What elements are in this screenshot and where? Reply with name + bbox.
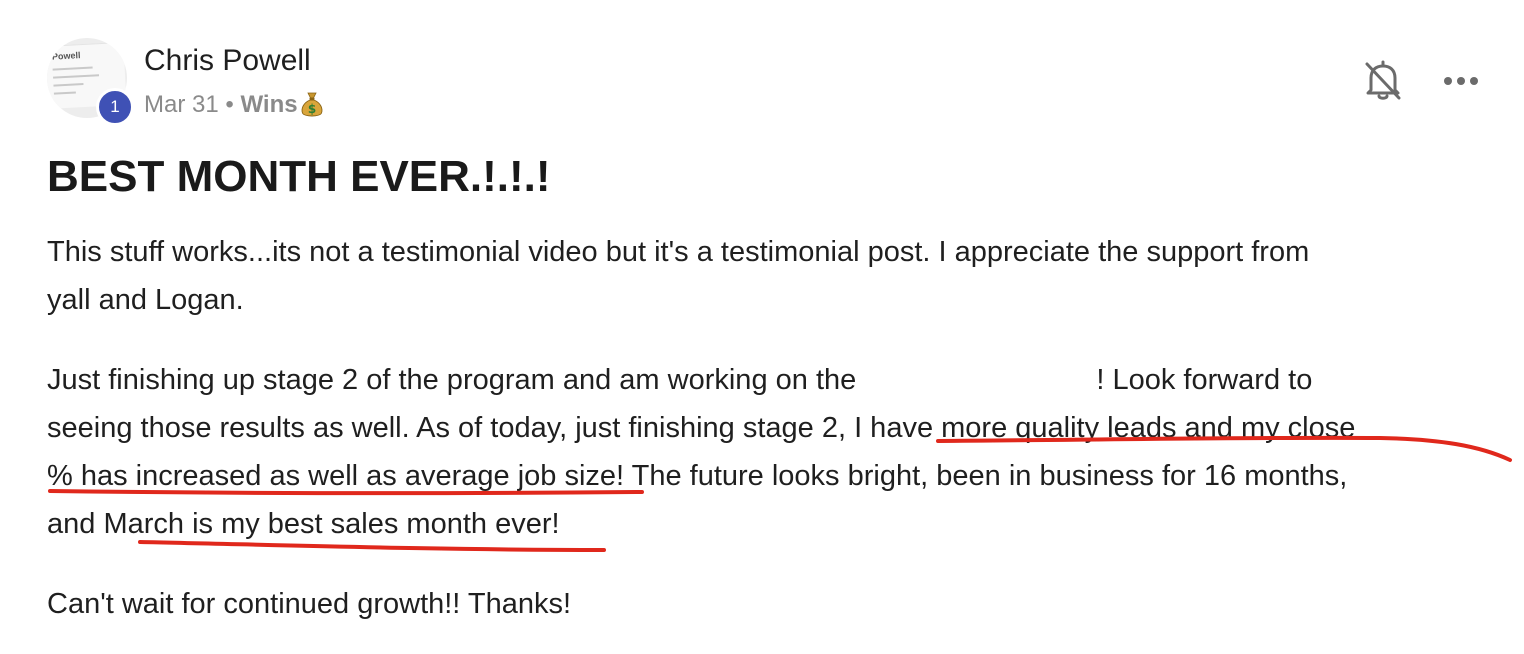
notifications-bell-button[interactable] [1362,58,1404,102]
paragraph-text: Just finishing up stage 2 of the program… [47,364,857,396]
meta-separator: • [225,91,234,118]
svg-text:$: $ [307,102,315,116]
post-card: Powell 1 Chris Powell Mar 31 • Wins $ BE… [0,0,1524,654]
paragraph-text: ! Look forward to [1096,364,1313,396]
avatar-card-text: Powell [51,50,81,62]
post-paragraph: Just finishing up stage 2 of the program… [47,356,1497,548]
more-options-button[interactable] [1440,66,1484,96]
paragraph-line: and March is my best sales month ever! [47,508,560,540]
avatar-card-line [53,83,84,87]
redacted-text [864,364,1097,394]
level-badge: 1 [96,88,134,126]
paragraph-line: Just finishing up stage 2 of the program… [47,356,1497,404]
post-paragraph: This stuff works...its not a testimonial… [47,228,1497,324]
money-bag-icon: $ [300,90,324,118]
post-title: BEST MONTH EVER.!.!.! [47,152,551,201]
paragraph-line: % has increased as well as average job s… [47,460,1348,492]
more-horizontal-icon [1444,77,1478,85]
post-date[interactable]: Mar 31 [144,91,219,118]
avatar-card-line [52,66,93,71]
paragraph-line: Can't wait for continued growth!! Thanks… [47,588,572,620]
bell-off-icon [1365,60,1401,100]
post-category[interactable]: Wins [240,91,297,118]
avatar-card-line [53,91,76,95]
avatar-card-line [53,74,100,79]
paragraph-line: yall and Logan. [47,284,244,316]
author-name[interactable]: Chris Powell [144,42,311,80]
paragraph-line: seeing those results as well. As of toda… [47,412,1356,444]
post-meta: Mar 31 • Wins $ [144,88,324,122]
paragraph-line: This stuff works...its not a testimonial… [47,236,1310,268]
post-paragraph: Can't wait for continued growth!! Thanks… [47,580,1497,628]
